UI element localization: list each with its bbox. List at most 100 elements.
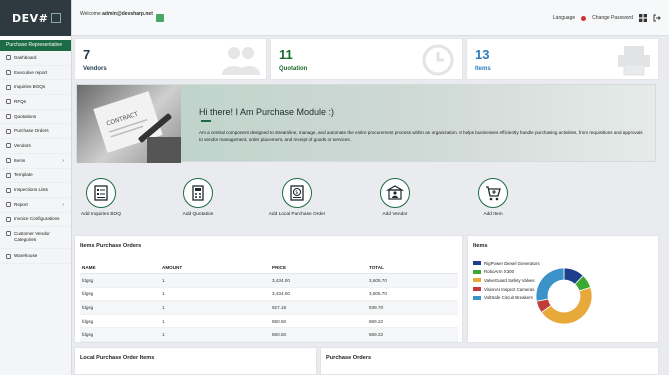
table-row[interactable]: fdgsg 1 850.50 869.22 <box>80 314 458 329</box>
table-cell: 850.50 <box>270 327 367 342</box>
chart-icon <box>6 202 11 208</box>
vendor-add-icon <box>386 185 404 200</box>
stat-card-vendors[interactable]: 7 Vendors <box>74 38 267 80</box>
table-cell: 850.50 <box>270 314 367 329</box>
table-cell: fdgsg <box>80 327 160 342</box>
stat-card-items[interactable]: 13 Items <box>466 38 659 80</box>
local-po-items-title: Local Purchase Order Items <box>80 355 155 361</box>
users-icon <box>222 47 260 75</box>
legend-item[interactable]: RoboArm X300 <box>473 268 540 277</box>
quote-icon <box>6 114 11 119</box>
sidebar-item-label: Customer Vendor Categories <box>14 231 50 243</box>
table-cell: 1 <box>160 300 270 315</box>
welcome-banner: CONTRACT Hi there! I Am Purchase Module … <box>76 84 656 163</box>
table-cell: 869.22 <box>367 314 458 329</box>
apps-grid-icon[interactable] <box>639 14 647 22</box>
quick-action-add-vendor[interactable]: Add Vendor <box>360 178 430 218</box>
sidebar-item-inquiries-boqs[interactable]: Inquiries BOQs <box>0 80 71 96</box>
contract-photo: CONTRACT <box>77 85 181 163</box>
logo[interactable]: DEV# <box>0 0 71 36</box>
flag-icon[interactable] <box>581 15 587 21</box>
quick-action-add-local-purchase-order[interactable]: $ Add Local Purchase Order <box>262 178 332 218</box>
user-avatar-icon[interactable] <box>156 14 164 22</box>
sidebar-item-label: Quotations <box>14 113 37 119</box>
stat-vendors-value: 7 <box>83 47 91 62</box>
chevron-right-icon[interactable]: › <box>62 158 64 164</box>
quick-action-add-item[interactable]: Add Item <box>458 178 528 218</box>
quick-action-add-inquiries-boq[interactable]: Add Inquiries BOQ <box>66 178 136 218</box>
logo-text: DEV# <box>12 11 49 25</box>
sidebar-item-label: Vendors <box>14 142 31 148</box>
sidebar-item-warehouse[interactable]: Warehouse <box>0 249 71 264</box>
table-cell: 3,605.70 <box>367 273 458 288</box>
list-icon <box>6 187 11 193</box>
column-header[interactable]: AMOUNT <box>160 262 270 274</box>
money-icon: $ <box>290 185 304 201</box>
column-header[interactable]: PRICE <box>270 262 367 274</box>
vendor-icon <box>6 143 11 149</box>
top-right-controls: Language Change Password <box>553 14 661 22</box>
stat-vendors-label: Vendors <box>83 66 107 72</box>
quick-action-add-vendor-circle[interactable] <box>380 178 410 208</box>
stat-card-quotation[interactable]: 11 Quotation <box>270 38 463 80</box>
sidebar-item-label: Executive report <box>14 69 48 75</box>
table-row[interactable]: fdgsg 1 850.50 869.22 <box>80 327 458 342</box>
sidebar-item-quotations[interactable]: Quotations <box>0 110 71 125</box>
table-cell: fdgsg <box>80 273 160 288</box>
sidebar-item-label: Dashboard <box>14 54 37 60</box>
legend-item[interactable]: ValveGuard Safety Valves <box>473 276 540 285</box>
quick-action-label: Add Quotation <box>182 212 214 217</box>
table-cell: fdgsg <box>80 314 160 329</box>
table-cell: 3,605.70 <box>367 287 458 302</box>
sidebar-item-items[interactable]: Items › <box>0 154 71 169</box>
sidebar-item-template[interactable]: Template <box>0 169 71 184</box>
sidebar-item-label: Items <box>14 157 26 163</box>
purchase-orders-title: Purchase Orders <box>326 355 372 361</box>
clock-icon <box>422 44 454 76</box>
purchase-orders-panel: Purchase Orders <box>320 347 659 375</box>
items-purchase-orders-panel: Items Purchase Orders NAME AMOUNT PRICE … <box>74 235 463 343</box>
items-chart-panel: Items RigPower Diesel Generators RoboArm … <box>467 235 659 343</box>
sidebar-item-rfqs[interactable]: RFQs <box>0 95 71 110</box>
sidebar-item-label: Inspections Lists <box>14 187 48 193</box>
gear-icon <box>6 217 11 222</box>
contract-illustration: CONTRACT <box>93 91 181 163</box>
sidebar-item-dashboard[interactable]: Dashboard <box>0 51 71 66</box>
table-row[interactable]: fdgsg 1 3,434.00 3,605.70 <box>80 273 458 288</box>
sidebar-item-inspections-lists[interactable]: Inspections Lists <box>0 183 71 198</box>
stat-quotation-label: Quotation <box>279 66 308 72</box>
column-header[interactable]: NAME <box>80 262 160 274</box>
table-row[interactable]: fdgsg 1 927.18 939.70 <box>80 300 458 315</box>
quick-action-add-inquiries-boq-circle[interactable] <box>86 178 116 208</box>
sidebar-item-invoice-configurations[interactable]: Invoice Configurations <box>0 213 71 228</box>
template-icon <box>6 172 11 178</box>
sidebar-item-label: Purchase Orders <box>14 128 49 134</box>
logout-icon[interactable] <box>653 14 661 22</box>
legend-label: RigPower Diesel Generators <box>484 260 540 266</box>
banner-title: Hi there! I Am Purchase Module :) <box>199 107 335 117</box>
language-label[interactable]: Language <box>553 15 575 21</box>
sidebar-item-report[interactable]: Report › <box>0 198 71 213</box>
sidebar-item-vendors[interactable]: Vendors <box>0 139 71 154</box>
quick-action-add-quotation[interactable]: Add Quotation <box>163 178 233 218</box>
table-row[interactable]: fdgsg 1 3,434.00 3,605.70 <box>80 287 458 302</box>
donut-slice-voltsafe-circuit-breakers[interactable] <box>535 267 565 302</box>
chevron-right-icon[interactable]: › <box>62 202 64 208</box>
sidebar-item-purchase-orders[interactable]: Purchase Orders <box>0 124 71 140</box>
items-donut-chart <box>535 267 593 325</box>
legend-item[interactable]: RigPower Diesel Generators <box>473 259 540 268</box>
change-password-link[interactable]: Change Password <box>592 15 633 21</box>
sidebar-item-executive-report[interactable]: Executive report <box>0 66 71 81</box>
legend-swatch <box>473 269 481 274</box>
items-icon <box>6 158 11 164</box>
menu-toggle-icon[interactable] <box>51 13 62 23</box>
column-header[interactable]: TOTAL <box>367 262 458 274</box>
quick-action-add-item-circle[interactable] <box>478 178 508 208</box>
legend-item[interactable]: VoltSafe Circuit Breakers <box>473 293 540 302</box>
sidebar-item-customer-vendor-categories[interactable]: Customer Vendor Categories <box>0 227 71 250</box>
sidebar-item-label: Warehouse <box>14 253 38 259</box>
quick-action-add-quotation-circle[interactable] <box>183 178 213 208</box>
quick-action-add-local-purchase-order-circle[interactable]: $ <box>282 178 312 208</box>
legend-item[interactable]: VisionAI Inspect Cameras <box>473 285 540 294</box>
top-bar: Welcome admin@devsharp.net Language Chan… <box>72 0 669 36</box>
